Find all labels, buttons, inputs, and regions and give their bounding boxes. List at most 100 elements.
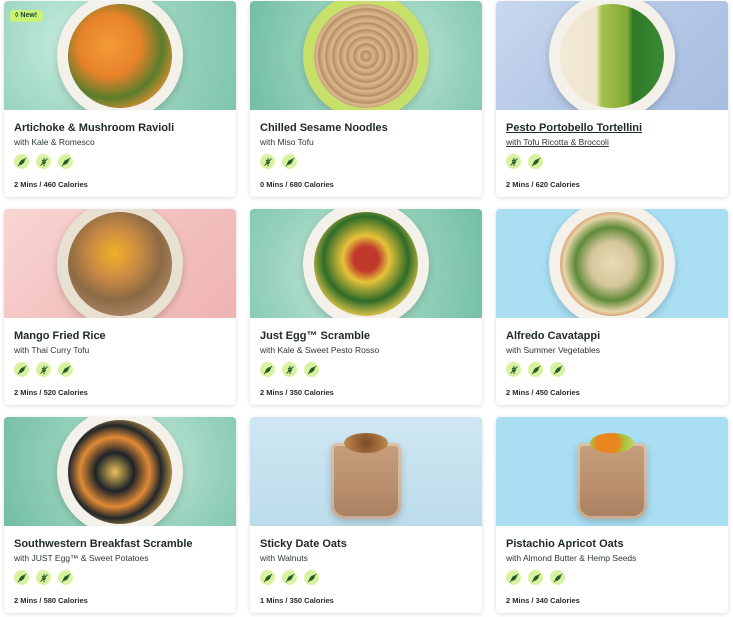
leaf-icon	[58, 570, 73, 585]
prep-time-calories: 2 Mins / 340 Calories	[506, 596, 580, 605]
diet-tags	[260, 570, 472, 585]
meal-title[interactable]: Alfredo Cavatappi	[506, 329, 718, 343]
food	[560, 211, 664, 316]
wheat-icon	[36, 154, 51, 169]
leaf-icon	[506, 570, 521, 585]
leaf-icon	[304, 570, 319, 585]
meal-card-southwestern-scramble[interactable]: Southwestern Breakfast Scramble with JUS…	[4, 417, 236, 613]
walnut-topping	[344, 433, 388, 453]
oat-jar	[331, 443, 401, 519]
wheat-icon	[506, 154, 521, 169]
leaf-icon	[528, 570, 543, 585]
wheat-icon	[506, 362, 521, 377]
meal-card-mango-fried-rice[interactable]: Mango Fried Rice with Thai Curry Tofu 2 …	[4, 209, 236, 405]
meal-title[interactable]: Artichoke & Mushroom Ravioli	[14, 121, 226, 135]
meal-title[interactable]: Pistachio Apricot Oats	[506, 537, 718, 551]
meal-subtitle: with Almond Butter & Hemp Seeds	[506, 553, 637, 563]
leaf-icon	[550, 570, 565, 585]
diet-tags	[506, 154, 718, 169]
meal-title[interactable]: Just Egg™ Scramble	[260, 329, 472, 343]
diet-tags	[506, 362, 718, 377]
food	[314, 211, 418, 316]
diet-tags	[260, 154, 472, 169]
food	[68, 3, 172, 108]
meal-photo	[4, 417, 236, 526]
wheat-icon	[36, 570, 51, 585]
meal-photo	[496, 1, 728, 110]
card-info: Sticky Date Oats with Walnuts 1 Mins / 3…	[250, 526, 482, 613]
prep-time-calories: 2 Mins / 580 Calories	[14, 596, 88, 605]
meal-subtitle: with Walnuts	[260, 553, 308, 563]
meal-photo	[250, 417, 482, 526]
prep-time-calories: 2 Mins / 620 Calories	[506, 180, 580, 189]
leaf-icon	[304, 362, 319, 377]
meal-title[interactable]: Pesto Portobello Tortellini	[506, 121, 718, 135]
meal-subtitle: with Summer Vegetables	[506, 345, 601, 355]
leaf-icon	[14, 362, 29, 377]
leaf-icon	[528, 154, 543, 169]
wheat-icon	[260, 154, 275, 169]
card-info: Artichoke & Mushroom Ravioli with Kale &…	[4, 110, 236, 197]
leaf-icon	[58, 362, 73, 377]
leaf-icon	[260, 570, 275, 585]
meal-card-alfredo-cavatappi[interactable]: Alfredo Cavatappi with Summer Vegetables…	[496, 209, 728, 405]
meal-photo	[250, 209, 482, 318]
card-info: Pistachio Apricot Oats with Almond Butte…	[496, 526, 728, 613]
meal-subtitle: with Kale & Sweet Pesto Rosso	[260, 345, 380, 355]
meal-subtitle: with Thai Curry Tofu	[14, 345, 90, 355]
meal-card-pistachio-apricot-oats[interactable]: Pistachio Apricot Oats with Almond Butte…	[496, 417, 728, 613]
wheat-icon	[282, 362, 297, 377]
prep-time-calories: 2 Mins / 460 Calories	[14, 180, 88, 189]
meal-grid: ◊ New! Artichoke & Mushroom Ravioli with…	[0, 0, 733, 617]
meal-photo	[250, 1, 482, 110]
diet-tags	[14, 154, 226, 169]
leaf-icon	[550, 362, 565, 377]
prep-time-calories: 0 Mins / 680 Calories	[260, 180, 334, 189]
apricot-pistachio-topping	[590, 433, 634, 453]
diet-tags	[14, 362, 226, 377]
meal-subtitle: with Kale & Romesco	[14, 137, 95, 147]
meal-title[interactable]: Mango Fried Rice	[14, 329, 226, 343]
meal-card-just-egg-scramble[interactable]: Just Egg™ Scramble with Kale & Sweet Pes…	[250, 209, 482, 405]
meal-title[interactable]: Chilled Sesame Noodles	[260, 121, 472, 135]
prep-time-calories: 2 Mins / 350 Calories	[260, 388, 334, 397]
leaf-icon	[260, 362, 275, 377]
meal-title[interactable]: Southwestern Breakfast Scramble	[14, 537, 226, 551]
food	[314, 3, 418, 108]
meal-photo: ◊ New!	[4, 1, 236, 110]
card-info: Just Egg™ Scramble with Kale & Sweet Pes…	[250, 318, 482, 405]
new-badge: ◊ New!	[10, 10, 44, 22]
leaf-icon	[14, 570, 29, 585]
leaf-icon	[282, 570, 297, 585]
meal-photo	[496, 417, 728, 526]
food	[68, 211, 172, 316]
new-badge-label: New!	[20, 12, 38, 19]
card-info: Chilled Sesame Noodles with Miso Tofu 0 …	[250, 110, 482, 197]
meal-card-pesto-tortellini[interactable]: Pesto Portobello Tortellini with Tofu Ri…	[496, 1, 728, 197]
diet-tags	[506, 570, 718, 585]
card-info: Pesto Portobello Tortellini with Tofu Ri…	[496, 110, 728, 197]
meal-card-artichoke-ravioli[interactable]: ◊ New! Artichoke & Mushroom Ravioli with…	[4, 1, 236, 197]
meal-subtitle: with Tofu Ricotta & Broccoli	[506, 137, 609, 147]
prep-time-calories: 1 Mins / 350 Calories	[260, 596, 334, 605]
wheat-icon	[36, 362, 51, 377]
food	[560, 3, 664, 108]
meal-subtitle: with JUST Egg™ & Sweet Potatoes	[14, 553, 149, 563]
diet-tags	[260, 362, 472, 377]
leaf-icon	[14, 154, 29, 169]
leaf-icon	[528, 362, 543, 377]
diet-tags	[14, 570, 226, 585]
meal-title[interactable]: Sticky Date Oats	[260, 537, 472, 551]
meal-photo	[4, 209, 236, 318]
card-info: Alfredo Cavatappi with Summer Vegetables…	[496, 318, 728, 405]
prep-time-calories: 2 Mins / 520 Calories	[14, 388, 88, 397]
leaf-icon	[282, 154, 297, 169]
meal-card-sticky-date-oats[interactable]: Sticky Date Oats with Walnuts 1 Mins / 3…	[250, 417, 482, 613]
meal-photo	[496, 209, 728, 318]
meal-card-sesame-noodles[interactable]: Chilled Sesame Noodles with Miso Tofu 0 …	[250, 1, 482, 197]
oat-jar	[577, 443, 647, 519]
meal-subtitle: with Miso Tofu	[260, 137, 314, 147]
prep-time-calories: 2 Mins / 450 Calories	[506, 388, 580, 397]
leaf-icon	[58, 154, 73, 169]
card-info: Mango Fried Rice with Thai Curry Tofu 2 …	[4, 318, 236, 405]
